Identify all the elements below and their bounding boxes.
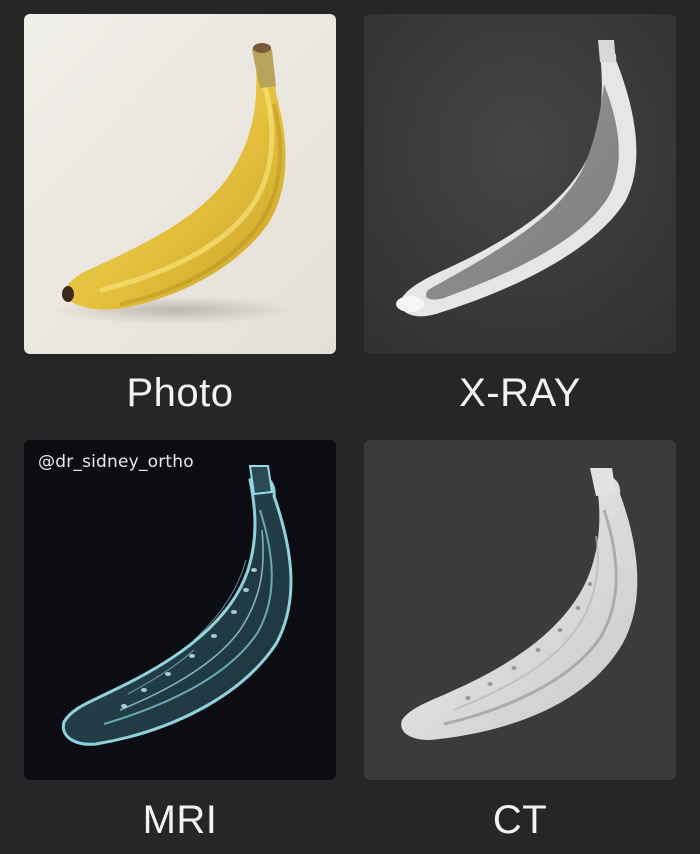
ct-panel <box>364 440 676 780</box>
comparison-grid: Photo X-RAY @dr_sidney_ortho MRI CT <box>0 0 700 854</box>
banana-ct-image <box>364 440 676 780</box>
banana-mri-image <box>24 440 336 780</box>
photo-caption: Photo <box>126 371 234 415</box>
mri-panel: @dr_sidney_ortho <box>24 440 336 780</box>
xray-caption: X-RAY <box>459 371 581 415</box>
xray-panel <box>364 14 676 354</box>
mri-caption: MRI <box>142 798 218 842</box>
banana-xray-image <box>364 14 676 354</box>
watermark-handle: @dr_sidney_ortho <box>38 452 194 472</box>
photo-panel <box>24 14 336 354</box>
banana-photo-image <box>24 14 336 354</box>
ct-caption: CT <box>492 798 548 842</box>
